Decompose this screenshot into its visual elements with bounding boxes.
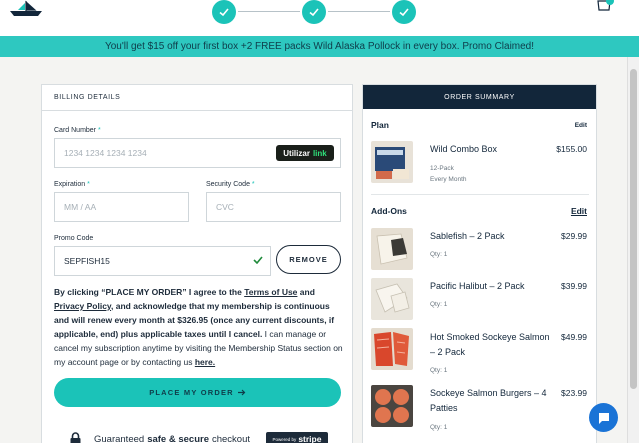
step-2-complete [302,0,326,24]
addon-qty: Qty: 1 [430,424,448,431]
order-summary-panel: ORDER SUMMARY Plan Edit Wild Combo Box 1… [362,84,597,443]
plan-image [371,141,413,183]
addon-price: $49.99 [561,332,587,342]
step-3-complete [392,0,416,24]
link-button-label: Utilizar [283,148,310,158]
check-icon [219,8,229,17]
link-brand: link [312,148,327,158]
terms-of-use-link[interactable]: Terms of Use [244,287,297,297]
addon-price: $29.99 [561,231,587,241]
addon-qty: Qty: 1 [430,301,448,308]
summary-divider [371,194,589,195]
check-icon [309,8,319,17]
check-icon [399,8,409,17]
privacy-policy-link[interactable]: Privacy Policy [54,301,111,311]
plan-price: $155.00 [556,144,587,154]
addon-price: $23.99 [561,388,587,398]
edit-plan-link[interactable]: Edit [575,122,587,129]
powered-by-stripe-badge: Powered by stripe [266,432,329,443]
promo-code-value: SEPFISH15 [64,256,110,266]
order-summary-title: ORDER SUMMARY [363,85,596,109]
promo-banner: You'll get $15 off your first box +2 FRE… [0,36,639,57]
terms-text: By clicking “PLACE MY ORDER” I agree to … [54,287,343,367]
addon-name: Sablefish – 2 Pack [430,231,505,241]
link-pay-button[interactable]: Utilizar link [276,145,334,161]
cart-count-badge [606,0,614,5]
addon-image-salmon-burgers [371,385,413,427]
lock-icon [70,432,81,443]
chat-button[interactable] [589,403,618,432]
promo-code-label: Promo Code [54,235,94,242]
addon-name: Sockeye Salmon Burgers – 4 Patties [430,388,547,413]
scrollbar-thumb[interactable] [630,69,637,389]
step-1-complete [212,0,236,24]
step-connector [238,11,300,12]
addon-image-sablefish [371,228,413,270]
contact-here-link[interactable]: here. [195,357,215,367]
addon-name: Hot Smoked Sockeye Salmon – 2 Pack [430,332,550,357]
chat-bubble-icon [598,412,609,424]
place-order-button[interactable]: PLACE MY ORDER [54,378,341,407]
edit-addons-link[interactable]: Edit [571,206,587,216]
arrow-right-icon [237,389,246,396]
page-scrollbar[interactable] [627,57,639,443]
remove-promo-button[interactable]: REMOVE [276,245,341,274]
check-icon [253,256,263,264]
plan-name: Wild Combo Box [430,144,498,154]
expiration-label: Expiration * [54,181,90,188]
addon-name: Pacific Halibut – 2 Pack [430,281,525,291]
security-code-input[interactable]: CVC [206,192,341,222]
plan-pack: 12-Pack [430,165,454,172]
promo-code-input[interactable]: SEPFISH15 [54,246,271,276]
security-code-label: Security Code * [206,181,255,188]
addon-image-halibut [371,278,413,320]
addon-price: $39.99 [561,281,587,291]
billing-title: BILLING DETAILS [42,85,352,111]
addon-image-smoked-sockeye [371,328,413,370]
addons-heading: Add-Ons [371,206,407,216]
addon-qty: Qty: 1 [430,367,448,374]
expiration-input[interactable]: MM / AA [54,192,189,222]
boat-logo-icon[interactable] [6,0,46,18]
place-order-label: PLACE MY ORDER [149,388,234,397]
site-header [0,0,639,36]
plan-heading: Plan [371,120,389,130]
billing-details-panel: BILLING DETAILS Card Number * 1234 1234 … [41,84,353,443]
addon-qty: Qty: 1 [430,251,448,258]
card-number-label: Card Number * [54,127,101,134]
plan-frequency: Every Month [430,176,467,183]
secure-checkout-row: Guaranteed safe & secure checkout Powere… [70,431,340,443]
step-connector [328,11,390,12]
